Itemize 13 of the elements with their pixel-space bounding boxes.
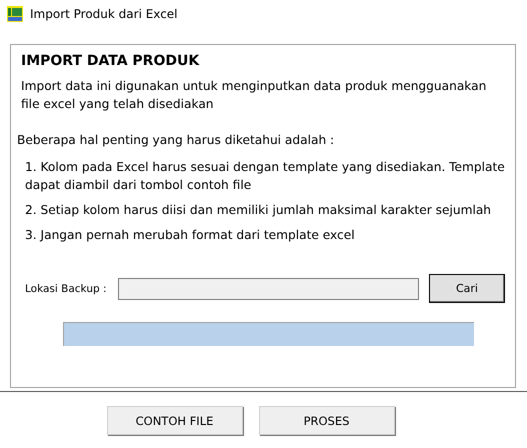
app-logo-icon [7, 6, 23, 22]
action-button[interactable]: CONTOH FILE [106, 406, 242, 435]
note-text: 2. Setiap kolom harus diisi dan memiliki jumlah maksimal karakter sejumlah [24, 202, 492, 219]
intro-text: Import data ini digunakan untuk menginputkan data produk mengguanakan file excel yang telah disediakan [20, 78, 488, 113]
note-text: 3. Jangan pernah merubah format dari template excel [24, 227, 356, 244]
action-button[interactable]: PROSES [258, 406, 394, 435]
backup-label: Lokasi Backup : [25, 282, 108, 294]
panel-heading: IMPORT DATA PRODUK [20, 53, 200, 69]
backup-path-field[interactable] [118, 278, 419, 300]
window-title: Import Produk dari Excel [30, 7, 178, 21]
note-text: 1. Kolom pada Excel harus sesuai dengan template yang disediakan. Template dapat diambil dari tombol contoh file [24, 159, 505, 194]
browse-button[interactable]: Cari [428, 274, 505, 303]
notes-heading: Beberapa hal penting yang harus diketahui adalah : [17, 132, 336, 149]
